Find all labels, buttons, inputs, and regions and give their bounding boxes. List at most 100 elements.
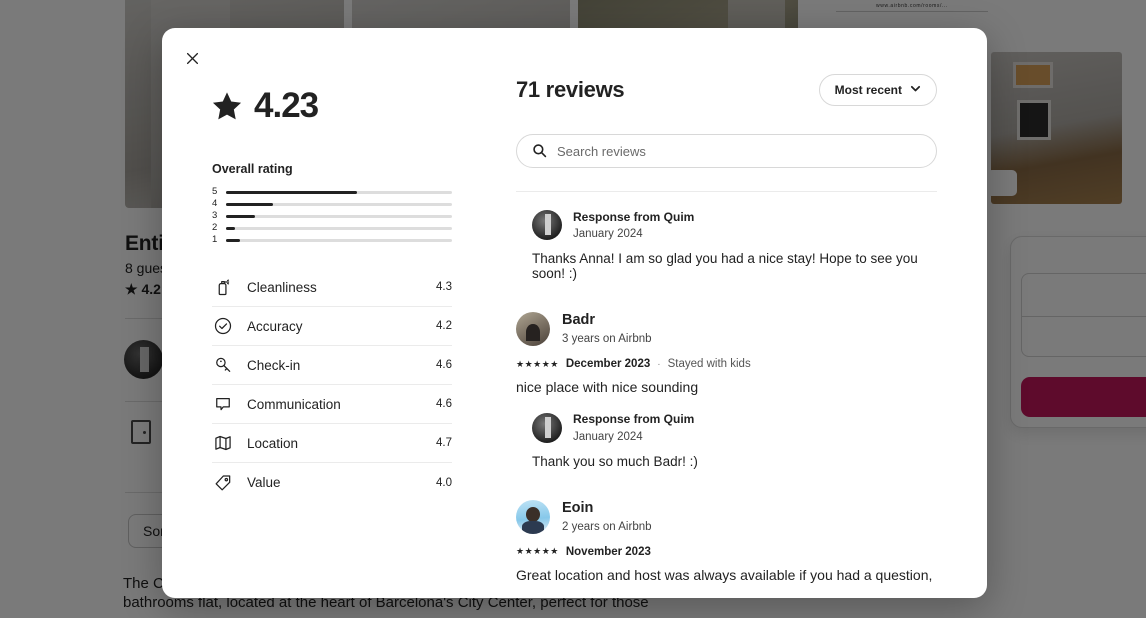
category-label: Cleanliness bbox=[247, 279, 317, 295]
star-rating: ★★★★★ bbox=[516, 546, 559, 557]
response-header: Response from Quim January 2024 bbox=[516, 412, 937, 445]
star-icon bbox=[212, 91, 242, 121]
rating-histogram: 5 4 3 2 1 bbox=[212, 186, 452, 246]
category-label: Value bbox=[247, 475, 281, 490]
category-score: 4.3 bbox=[436, 281, 452, 293]
reviews-header: 71 reviews Most recent bbox=[516, 74, 937, 106]
response-text: Thanks Anna! I am so glad you had a nice… bbox=[532, 250, 918, 281]
histogram-track bbox=[226, 214, 452, 218]
review-meta: ★★★★★ December 2023 · Stayed with kids bbox=[516, 358, 937, 370]
key-icon bbox=[212, 354, 234, 376]
avatar bbox=[532, 209, 562, 240]
histogram-track bbox=[226, 238, 452, 242]
histogram-row: 4 bbox=[212, 198, 452, 210]
histogram-star-label: 4 bbox=[212, 198, 218, 209]
category-label: Accuracy bbox=[247, 318, 303, 334]
spray-bottle-icon bbox=[212, 276, 234, 298]
histogram-star-label: 3 bbox=[212, 210, 218, 221]
sort-value: Most recent bbox=[834, 83, 902, 97]
reviewer-tenure: 3 years on Airbnb bbox=[562, 333, 652, 346]
category-ratings-list: Cleanliness 4.3 Accuracy 4.2 Check-in 4.… bbox=[212, 268, 452, 502]
response-meta: Response from Quim January 2024 bbox=[573, 412, 694, 445]
histogram-star-label: 1 bbox=[212, 234, 218, 245]
reviews-list[interactable]: Response from Quim January 2024 Thanks A… bbox=[516, 191, 937, 586]
histogram-fill bbox=[226, 214, 256, 218]
host-response: Response from Quim January 2024 Thank yo… bbox=[516, 412, 937, 469]
category-row-accuracy: Accuracy 4.2 bbox=[212, 307, 452, 346]
reviews-panel: 71 reviews Most recent Search reviews Re… bbox=[502, 28, 987, 598]
response-date: January 2024 bbox=[573, 228, 643, 240]
search-icon bbox=[532, 143, 547, 158]
category-label: Location bbox=[247, 435, 299, 451]
response-text: Thank you so much Badr! :) bbox=[532, 453, 698, 469]
check-circle-icon bbox=[212, 315, 234, 337]
ratings-panel: 4.23 Overall rating 5 4 3 2 1 Cleanlines… bbox=[162, 28, 502, 598]
reviewer-header: Badr 3 years on Airbnb bbox=[516, 311, 937, 347]
category-score: 4.6 bbox=[436, 359, 452, 371]
category-label: Check-in bbox=[247, 357, 301, 373]
category-score: 4.7 bbox=[436, 437, 452, 449]
histogram-track bbox=[226, 190, 452, 194]
review-date: December 2023 bbox=[565, 358, 651, 371]
tag-icon bbox=[212, 472, 234, 494]
map-icon bbox=[212, 432, 234, 454]
histogram-fill bbox=[226, 226, 236, 230]
message-icon bbox=[212, 393, 234, 415]
review-text: nice place with nice sounding bbox=[516, 379, 699, 396]
star-rating: ★★★★★ bbox=[516, 358, 559, 369]
reviewer-name: Badr bbox=[562, 311, 596, 328]
category-score: 4.0 bbox=[436, 476, 452, 489]
review-text: Great location and host was always avail… bbox=[516, 566, 933, 583]
avatar bbox=[532, 413, 562, 444]
category-row-checkin: Check-in 4.6 bbox=[212, 346, 452, 385]
category-label: Communication bbox=[247, 396, 341, 412]
review-item: Badr 3 years on Airbnb ★★★★★ December 20… bbox=[516, 311, 937, 469]
reviewer-tenure: 2 years on Airbnb bbox=[562, 520, 652, 533]
review-date: November 2023 bbox=[565, 545, 651, 558]
histogram-track bbox=[226, 226, 452, 230]
category-row-communication: Communication 4.6 bbox=[212, 385, 452, 424]
category-score: 4.6 bbox=[436, 398, 452, 410]
reviewer-meta: Eoin 2 years on Airbnb bbox=[562, 499, 652, 535]
review-item: Eoin 2 years on Airbnb ★★★★★ November 20… bbox=[516, 499, 937, 586]
category-score: 4.2 bbox=[436, 320, 452, 332]
histogram-fill bbox=[226, 238, 240, 242]
histogram-row: 1 bbox=[212, 234, 452, 246]
reviewer-header: Eoin 2 years on Airbnb bbox=[516, 499, 937, 535]
page-root: www.airbnb.com/rooms/... Entir 8 gues ★ … bbox=[0, 0, 1146, 618]
category-row-location: Location 4.7 bbox=[212, 424, 452, 463]
response-author: Response from Quim bbox=[573, 411, 695, 426]
review-meta: ★★★★★ November 2023 bbox=[516, 546, 937, 558]
review-trip-type: Stayed with kids bbox=[667, 358, 751, 371]
avatar bbox=[516, 499, 550, 534]
category-row-cleanliness: Cleanliness 4.3 bbox=[212, 268, 452, 307]
overall-score: 4.23 bbox=[254, 86, 319, 125]
response-author: Response from Quim bbox=[573, 210, 695, 224]
histogram-star-label: 2 bbox=[212, 222, 218, 233]
chevron-down-icon bbox=[910, 83, 921, 97]
histogram-fill bbox=[226, 190, 358, 194]
reviews-list-divider bbox=[516, 191, 937, 192]
reviewer-name: Eoin bbox=[562, 499, 594, 516]
response-date: January 2024 bbox=[573, 430, 643, 443]
search-reviews-wrapper bbox=[516, 134, 937, 168]
histogram-row: 5 bbox=[212, 186, 452, 198]
reviewer-meta: Badr 3 years on Airbnb bbox=[562, 311, 652, 347]
histogram-row: 2 bbox=[212, 222, 452, 234]
category-row-value: Value 4.0 bbox=[212, 463, 452, 502]
overall-rating-label: Overall rating bbox=[212, 162, 293, 176]
meta-separator: · bbox=[657, 358, 661, 370]
histogram-track bbox=[226, 202, 452, 206]
search-input[interactable] bbox=[516, 134, 937, 168]
histogram-star-label: 5 bbox=[212, 186, 218, 197]
review-item-partial-response: Response from Quim January 2024 Thanks A… bbox=[516, 208, 937, 281]
response-meta: Response from Quim January 2024 bbox=[573, 208, 694, 242]
response-header: Response from Quim January 2024 bbox=[516, 208, 937, 242]
overall-score-row: 4.23 bbox=[212, 88, 502, 123]
avatar bbox=[516, 312, 550, 346]
sort-dropdown[interactable]: Most recent bbox=[818, 74, 937, 106]
reviews-count: 71 reviews bbox=[516, 77, 625, 102]
reviews-modal: 4.23 Overall rating 5 4 3 2 1 Cleanlines… bbox=[162, 28, 987, 598]
histogram-row: 3 bbox=[212, 210, 452, 222]
histogram-fill bbox=[226, 202, 274, 206]
